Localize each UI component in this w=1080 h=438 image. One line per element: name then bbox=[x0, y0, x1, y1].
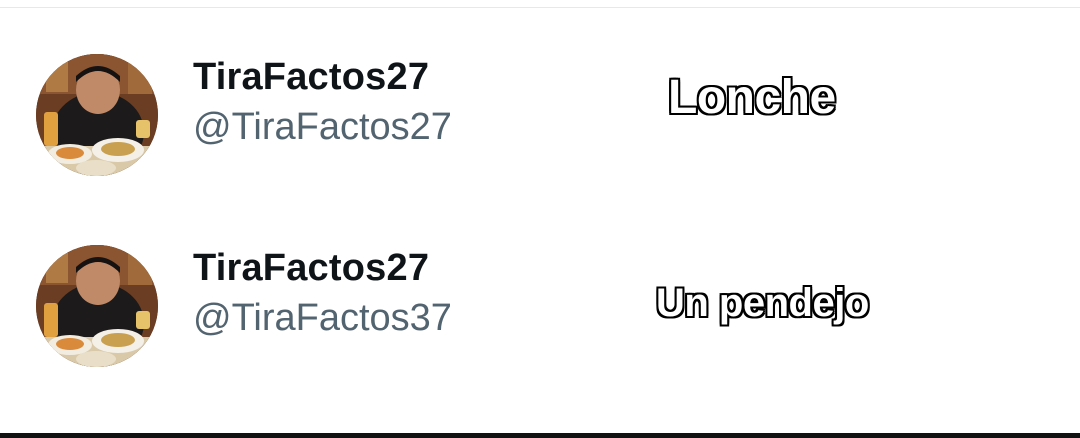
display-name[interactable]: TiraFactos27 bbox=[193, 247, 429, 290]
avatar[interactable] bbox=[36, 54, 158, 176]
profile-photo-icon bbox=[36, 245, 158, 367]
profile-photo-icon bbox=[36, 54, 158, 176]
account-row[interactable]: TiraFactos27 @TiraFactos37 Un pendejo bbox=[0, 221, 1080, 371]
user-handle[interactable]: @TiraFactos27 bbox=[193, 106, 452, 149]
account-row[interactable]: TiraFactos27 @TiraFactos27 Lonche bbox=[0, 30, 1080, 180]
bottom-bar bbox=[0, 433, 1080, 438]
user-handle[interactable]: @TiraFactos37 bbox=[193, 297, 452, 340]
meme-caption: Lonche bbox=[667, 70, 837, 125]
meme-caption: Un pendejo bbox=[655, 280, 870, 326]
display-name[interactable]: TiraFactos27 bbox=[193, 56, 429, 99]
top-divider bbox=[0, 0, 1080, 8]
avatar[interactable] bbox=[36, 245, 158, 367]
